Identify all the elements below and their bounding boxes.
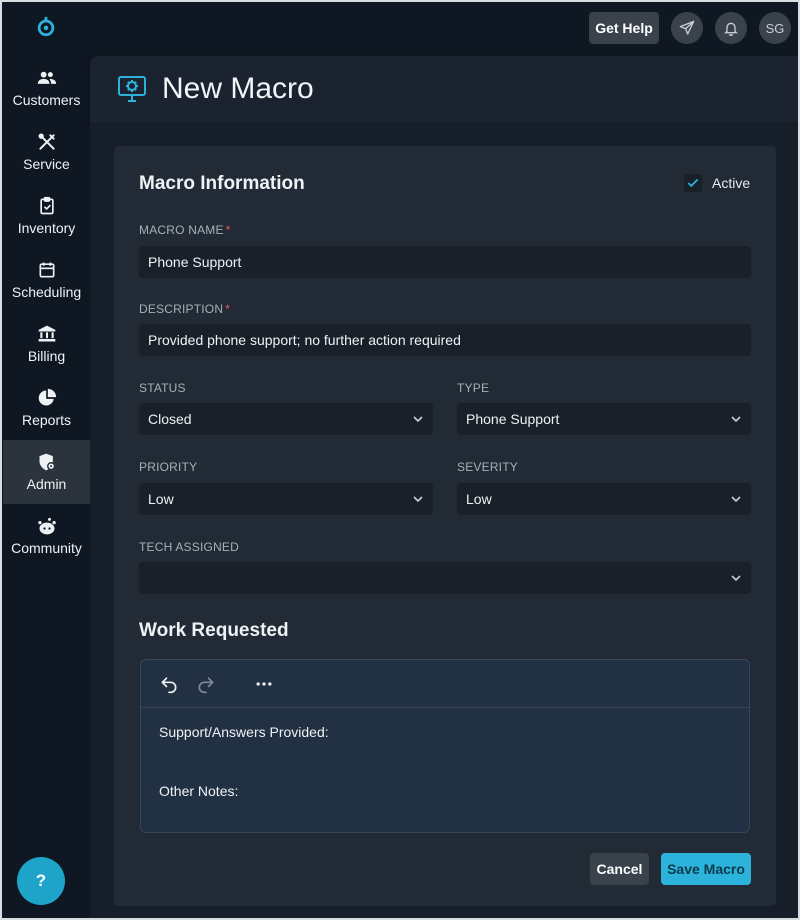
- user-avatar[interactable]: SG: [759, 12, 791, 44]
- bank-icon: [38, 325, 55, 342]
- type-select[interactable]: Phone Support: [457, 403, 751, 435]
- severity-value: Low: [466, 491, 492, 507]
- chevron-down-icon: [413, 496, 423, 503]
- monitor-gear-icon: [118, 76, 146, 102]
- more-options-icon[interactable]: [254, 674, 274, 694]
- sidebar-item-community[interactable]: Community: [3, 504, 90, 568]
- type-value: Phone Support: [466, 411, 560, 427]
- description-label: DESCRIPTION *: [139, 302, 231, 316]
- calendar-icon: [39, 262, 54, 278]
- sidebar-item-inventory[interactable]: Inventory: [3, 184, 90, 248]
- paper-plane-icon: [679, 20, 695, 35]
- editor-toolbar: [141, 660, 749, 708]
- save-macro-button[interactable]: Save Macro: [661, 853, 751, 885]
- tech-assigned-select[interactable]: [139, 562, 751, 594]
- page-header: New Macro: [90, 56, 800, 122]
- community-icon: [37, 517, 56, 535]
- app-logo-icon[interactable]: [35, 16, 57, 38]
- sidebar-item-label: Service: [23, 156, 70, 172]
- bell-icon: [724, 22, 738, 36]
- sidebar-item-label: Inventory: [17, 220, 76, 236]
- cancel-button[interactable]: Cancel: [590, 853, 649, 885]
- active-toggle[interactable]: Active: [684, 174, 750, 192]
- shield-gear-icon: [39, 453, 55, 471]
- checkmark-icon: [687, 178, 699, 188]
- sidebar-item-reports[interactable]: Reports: [3, 376, 90, 440]
- severity-label: SEVERITY: [457, 460, 518, 474]
- rich-text-editor[interactable]: Support/Answers Provided: Other Notes:: [140, 659, 750, 833]
- pie-chart-icon: [38, 388, 56, 406]
- send-button[interactable]: [671, 12, 703, 44]
- priority-value: Low: [148, 491, 174, 507]
- sidebar-item-label: Billing: [27, 348, 66, 364]
- editor-line: Support/Answers Provided:: [159, 724, 329, 740]
- macro-name-input[interactable]: Phone Support: [139, 246, 751, 278]
- section-title-work-requested: Work Requested: [139, 620, 289, 641]
- sidebar-item-billing[interactable]: Billing: [3, 312, 90, 376]
- chevron-down-icon: [731, 496, 741, 503]
- page-title: New Macro: [162, 72, 314, 105]
- sidebar-item-label: Admin: [26, 476, 67, 492]
- redo-icon[interactable]: [196, 674, 216, 694]
- chevron-down-icon: [413, 416, 423, 423]
- priority-label: PRIORITY: [139, 460, 198, 474]
- sidebar-item-scheduling[interactable]: Scheduling: [3, 248, 90, 312]
- sidebar-item-customers[interactable]: Customers: [3, 56, 90, 120]
- editor-content[interactable]: Support/Answers Provided: Other Notes:: [141, 708, 749, 819]
- sidebar: Customers Service Inventory Scheduling B…: [0, 0, 90, 920]
- status-label: STATUS: [139, 381, 186, 395]
- type-label: TYPE: [457, 381, 490, 395]
- sidebar-item-admin[interactable]: Admin: [3, 440, 90, 504]
- description-input[interactable]: Provided phone support; no further actio…: [139, 324, 751, 356]
- help-button[interactable]: ?: [17, 857, 65, 905]
- status-select[interactable]: Closed: [139, 403, 433, 435]
- macro-form-card: Macro Information Active MACRO NAME * Pho…: [114, 146, 776, 906]
- severity-select[interactable]: Low: [457, 483, 751, 515]
- tech-assigned-label: TECH ASSIGNED: [139, 540, 239, 554]
- sidebar-item-label: Community: [11, 540, 82, 556]
- clipboard-check-icon: [39, 196, 54, 215]
- section-title-macro-information: Macro Information: [139, 173, 305, 194]
- users-icon: [37, 71, 56, 84]
- sidebar-item-label: Customers: [12, 92, 81, 108]
- topbar: Get Help SG: [90, 0, 800, 56]
- chevron-down-icon: [731, 575, 741, 582]
- active-label: Active: [712, 175, 751, 191]
- sidebar-item-label: Reports: [21, 412, 72, 428]
- macro-name-label: MACRO NAME *: [139, 223, 231, 237]
- chevron-down-icon: [731, 416, 741, 423]
- tools-icon: [38, 133, 55, 150]
- priority-select[interactable]: Low: [139, 483, 433, 515]
- undo-icon[interactable]: [159, 674, 179, 694]
- active-checkbox[interactable]: [684, 174, 702, 192]
- sidebar-item-label: Scheduling: [11, 284, 82, 300]
- get-help-button[interactable]: Get Help: [589, 12, 659, 44]
- editor-line: Other Notes:: [159, 783, 239, 799]
- status-value: Closed: [148, 411, 192, 427]
- sidebar-item-service[interactable]: Service: [3, 120, 90, 184]
- notifications-button[interactable]: [715, 12, 747, 44]
